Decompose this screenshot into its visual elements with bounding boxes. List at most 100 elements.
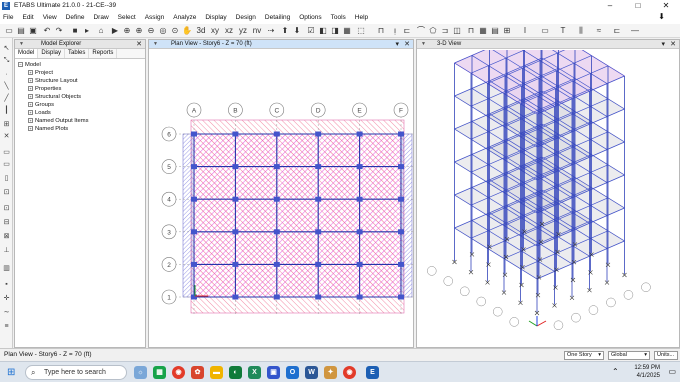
menu-file[interactable]: File (3, 14, 13, 21)
draw-joint-icon[interactable]: · (2, 70, 11, 79)
zoom-prev-icon[interactable]: ⊙ (170, 26, 180, 36)
menu-view[interactable]: View (43, 14, 57, 21)
tab-display[interactable]: Display (38, 49, 66, 58)
draw-wall-left-icon[interactable]: ▯ (2, 174, 11, 183)
tree-item-loads[interactable]: + Loads (18, 109, 142, 117)
expand-icon[interactable]: + (28, 77, 33, 83)
redo-icon[interactable]: ↷ (54, 26, 64, 36)
plan-view-panel[interactable]: ▼ Plan View - Story6 - Z = 70 (ft) ▾ ✕ A… (148, 39, 414, 348)
3d-view-canvas[interactable] (417, 50, 679, 348)
taskbar-explorer-icon[interactable]: ▦ (153, 366, 166, 379)
plan-view-pin-icon[interactable]: ▾ (395, 40, 399, 49)
column-tool-icon[interactable]: ▥ (2, 264, 11, 273)
tab-tables[interactable]: Tables (65, 49, 90, 58)
3d-view-pin-icon[interactable]: ▾ (661, 40, 665, 49)
plan-view-canvas[interactable]: A B C D E F 6 5 4 3 2 1 (149, 50, 413, 348)
pointer-icon[interactable]: ↖ (2, 44, 11, 53)
zoom-window-icon[interactable]: ⊕ (122, 26, 132, 36)
tab-reports[interactable]: Reports (89, 49, 118, 58)
show-selection-icon[interactable]: ⊠ (2, 232, 11, 241)
plan-view-dropdown-icon[interactable]: ▼ (153, 41, 158, 47)
display-options-icon[interactable]: ▦ (342, 26, 352, 36)
expand-icon[interactable]: + (28, 101, 33, 107)
tree-item-groups[interactable]: + Groups (18, 101, 142, 109)
expand-icon[interactable]: + (28, 69, 33, 75)
menu-define[interactable]: Define (66, 14, 85, 21)
taskbar-widget-icon[interactable]: ☼ (134, 366, 147, 379)
draw-floor-icon[interactable]: ⬠ (428, 26, 438, 36)
tree-item-structure-layout[interactable]: + Structure Layout (18, 77, 142, 85)
plan-view-close-icon[interactable]: ✕ (404, 40, 410, 49)
menu-detailing[interactable]: Detailing (265, 14, 290, 21)
expand-icon[interactable]: + (28, 109, 33, 115)
expand-icon[interactable]: + (28, 93, 33, 99)
dimension-icon[interactable]: ⊞ (502, 26, 512, 36)
menu-options[interactable]: Options (299, 14, 321, 21)
pan-icon[interactable]: ✋ (182, 26, 192, 36)
3d-view-dropdown-icon[interactable]: ▼ (421, 41, 426, 47)
draw-line-icon[interactable]: ┃ (2, 106, 11, 115)
tree-item-named-output-items[interactable]: + Named Output Items (18, 117, 142, 125)
taskbar-search-box[interactable]: ⌕ Type here to search (25, 365, 127, 380)
tree-item-named-plots[interactable]: + Named Plots (18, 125, 142, 133)
taskbar-clock[interactable]: 12:59 PM 4/1/2025 (634, 364, 660, 380)
story-dropdown[interactable]: One Story ▾ (564, 351, 604, 360)
rebar-icon[interactable]: ⫼ (576, 26, 586, 36)
move-up-icon[interactable]: ⬆ (280, 26, 290, 36)
maximize-button[interactable]: □ (624, 0, 652, 11)
menu-select[interactable]: Select (118, 14, 136, 21)
draw-brace-icon[interactable]: ⊏ (402, 26, 412, 36)
reshape-icon[interactable]: ⤡ (2, 56, 11, 65)
elevation-view-icon[interactable]: xz (224, 26, 234, 36)
rubber-band-icon[interactable]: nv (252, 26, 262, 36)
select-pointer-icon[interactable]: ⊓ (466, 26, 476, 36)
replicate-icon[interactable]: ▤ (490, 26, 500, 36)
undo-icon[interactable]: ↶ (42, 26, 52, 36)
draw-slab-icon[interactable]: ▭ (2, 160, 11, 169)
close-button[interactable]: ✕ (652, 0, 680, 11)
taskbar-chrome2-icon[interactable]: ◉ (343, 366, 356, 379)
section-cut-icon[interactable]: ▭ (540, 26, 550, 36)
tab-model[interactable]: Model (15, 49, 39, 58)
windows-start-icon[interactable]: ⊞ (7, 367, 15, 378)
draw-floor-left-icon[interactable]: ▭ (2, 148, 11, 157)
restraint-icon[interactable]: ⊥ (2, 246, 11, 255)
tree-item-properties[interactable]: + Properties (18, 85, 142, 93)
snap-end-icon[interactable]: ▪ (2, 280, 11, 289)
menu-help[interactable]: Help (355, 14, 368, 21)
zoom-in-icon[interactable]: ⊕ (134, 26, 144, 36)
pick-icon[interactable]: ⊡ (2, 204, 11, 213)
taskbar-word-icon[interactable]: W (305, 366, 318, 379)
tree-item-project[interactable]: + Project (18, 69, 142, 77)
menu-display[interactable]: Display (205, 14, 226, 21)
menu-assign[interactable]: Assign (145, 14, 165, 21)
expand-icon[interactable]: + (28, 85, 33, 91)
rotate-view-icon[interactable]: yz (238, 26, 248, 36)
taskbar-app-icon[interactable]: ✿ (191, 366, 204, 379)
expand-icon[interactable]: + (28, 117, 33, 123)
tree-item-structural-objects[interactable]: + Structural Objects (18, 93, 142, 101)
tree-item-model[interactable]: − Model (18, 61, 142, 69)
taskbar-edge-icon[interactable]: ◐ (229, 366, 242, 379)
draw-opening-icon[interactable]: ◫ (452, 26, 462, 36)
taskbar-outlook-icon[interactable]: O (286, 366, 299, 379)
text-icon[interactable]: I (520, 26, 530, 36)
taskbar-photos-icon[interactable]: ✦ (324, 366, 337, 379)
menu-edit[interactable]: Edit (22, 14, 33, 21)
set-display-icon[interactable]: ☑ (306, 26, 316, 36)
draw-column-icon[interactable]: ᴉ (390, 26, 400, 36)
lock-icon[interactable]: ■ (70, 26, 80, 36)
clear-selection-icon[interactable]: ⊟ (2, 218, 11, 227)
collapse-icon[interactable]: − (18, 61, 23, 67)
3d-view-icon[interactable]: 3d (196, 26, 206, 36)
extrude-icon[interactable]: ◨ (330, 26, 340, 36)
draw-link-icon[interactable]: ╱ (2, 94, 11, 103)
line-icon[interactable]: — (630, 26, 640, 36)
link-icon[interactable]: ≈ (594, 26, 604, 36)
expand-icon[interactable]: + (28, 125, 33, 131)
snap-icon[interactable]: ⬚ (356, 26, 366, 36)
play-icon[interactable]: ▶ (110, 26, 120, 36)
panel-dropdown-icon[interactable]: ▼ (19, 41, 24, 47)
draw-wall-icon[interactable]: ⊐ (440, 26, 450, 36)
taskbar-etabs-icon[interactable]: E (366, 366, 379, 379)
